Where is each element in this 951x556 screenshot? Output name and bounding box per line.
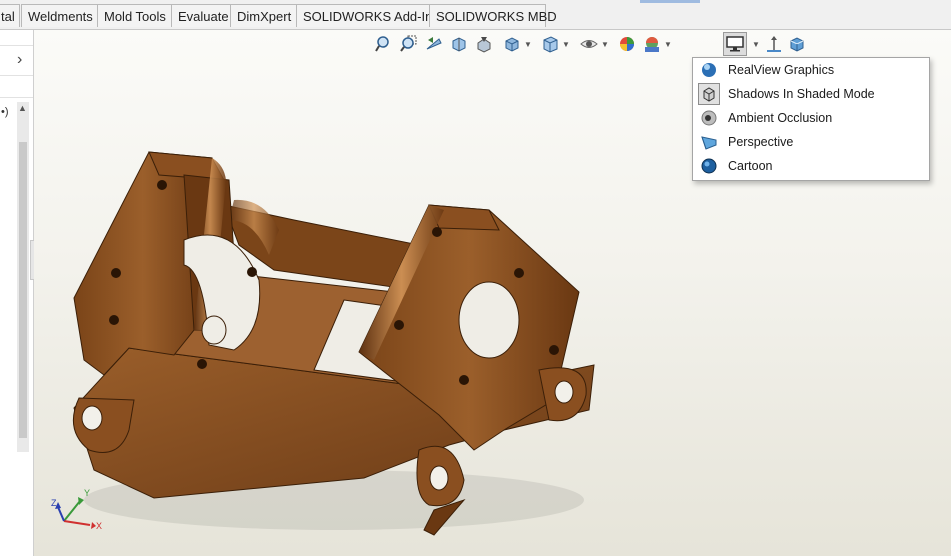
menu-item-realview-graphics[interactable]: RealView Graphics <box>695 58 927 82</box>
menu-item-ambient-occlusion[interactable]: Ambient Occlusion <box>695 106 927 130</box>
menu-item-label: Cartoon <box>728 159 773 173</box>
reference-triad: Y Z X <box>51 488 102 531</box>
ambient-occlusion-icon <box>698 107 720 129</box>
triad-y-label: Y <box>84 488 90 498</box>
small-hole <box>394 320 404 330</box>
small-hole <box>459 375 469 385</box>
tab-sheet-metal[interactable]: tal <box>0 4 20 27</box>
tab-weldments[interactable]: Weldments <box>21 4 98 27</box>
pane-row <box>0 76 33 98</box>
small-hole <box>432 227 442 237</box>
triad-z-label: Z <box>51 498 57 508</box>
menu-item-label: RealView Graphics <box>728 63 835 77</box>
mount-hole <box>554 380 574 404</box>
perspective-box-icon <box>698 131 720 153</box>
tab-mold-tools[interactable]: Mold Tools <box>97 4 172 27</box>
scroll-up-icon[interactable]: ▲ <box>18 103 27 113</box>
view-settings-dropdown: RealView Graphics Shadows In Shaded Mode… <box>692 57 930 181</box>
small-hole <box>197 359 207 369</box>
tree-item-fragment[interactable]: •) <box>1 106 9 118</box>
small-hole <box>549 345 559 355</box>
shadows-cube-icon <box>698 83 720 105</box>
small-hole <box>514 268 524 278</box>
scrollbar-thumb[interactable] <box>19 142 27 438</box>
small-hole <box>111 268 121 278</box>
realview-sphere-icon <box>698 59 720 81</box>
menu-item-label: Perspective <box>728 135 794 149</box>
tab-dimxpert[interactable]: DimXpert <box>230 4 297 27</box>
triad-x-label: X <box>96 521 102 531</box>
chevron-right-icon[interactable]: › <box>17 51 22 69</box>
tree-scrollbar[interactable] <box>17 102 29 452</box>
tab-evaluate[interactable]: Evaluate <box>171 4 231 27</box>
menu-item-perspective[interactable]: Perspective <box>695 130 927 154</box>
small-hole <box>157 180 167 190</box>
mount-hole <box>429 465 449 491</box>
command-manager-tabs: tal Weldments Mold Tools Evaluate DimXpe… <box>0 0 951 30</box>
mount-hole <box>201 315 227 345</box>
cartoon-sphere-icon <box>698 155 720 177</box>
menu-item-label: Shadows In Shaded Mode <box>728 87 875 101</box>
mount-hole <box>81 405 103 431</box>
pane-expander-row[interactable]: › <box>0 46 33 76</box>
tab-solidworks-mbd[interactable]: SOLIDWORKS MBD <box>429 4 557 27</box>
tab-solidworks-add-ins[interactable]: SOLIDWORKS Add-Ins <box>296 4 439 27</box>
pane-row <box>0 30 33 46</box>
small-hole <box>247 267 257 277</box>
small-hole <box>109 315 119 325</box>
window-accent-strip <box>640 0 700 3</box>
menu-item-shadows-in-shaded-mode[interactable]: Shadows In Shaded Mode <box>695 82 927 106</box>
right-large-opening <box>458 281 520 359</box>
feature-manager-pane: › •) ▲ <box>0 30 34 556</box>
menu-item-cartoon[interactable]: Cartoon <box>695 154 927 178</box>
menu-item-label: Ambient Occlusion <box>728 111 833 125</box>
